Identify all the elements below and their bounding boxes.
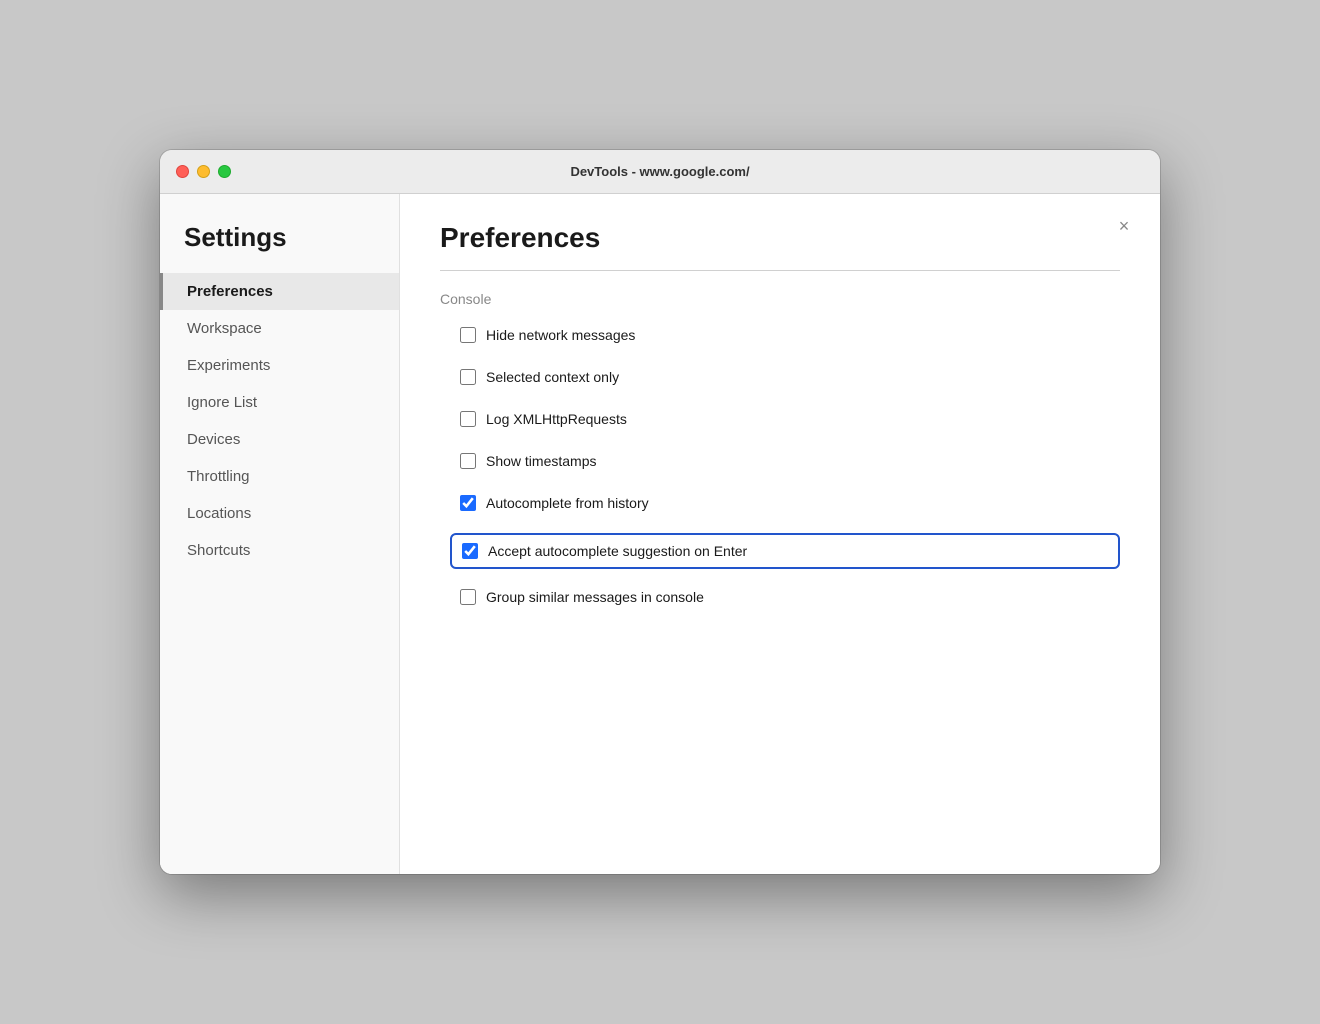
maximize-traffic-light[interactable] (218, 165, 231, 178)
checkbox-autocomplete-history: Autocomplete from history (460, 491, 1120, 515)
selected-context-checkbox[interactable] (460, 369, 476, 385)
panel-title: Preferences (440, 222, 1120, 254)
sidebar-item-ignore-list[interactable]: Ignore List (160, 384, 399, 421)
sidebar-item-locations[interactable]: Locations (160, 495, 399, 532)
window-title: DevTools - www.google.com/ (570, 164, 749, 179)
main-panel: × Preferences Console Hide network messa… (400, 194, 1160, 874)
autocomplete-history-checkbox[interactable] (460, 495, 476, 511)
section-title: Console (440, 291, 1120, 307)
sidebar-item-throttling[interactable]: Throttling (160, 458, 399, 495)
autocomplete-enter-label: Accept autocomplete suggestion on Enter (488, 543, 747, 559)
autocomplete-enter-checkbox[interactable] (462, 543, 478, 559)
checkbox-selected-context: Selected context only (460, 365, 1120, 389)
hide-network-label: Hide network messages (486, 327, 635, 343)
selected-context-label: Selected context only (486, 369, 619, 385)
checkbox-group-similar: Group similar messages in console (460, 585, 1120, 609)
traffic-lights (176, 165, 231, 178)
sidebar-item-workspace[interactable]: Workspace (160, 310, 399, 347)
minimize-traffic-light[interactable] (197, 165, 210, 178)
show-timestamps-checkbox[interactable] (460, 453, 476, 469)
sidebar-item-devices[interactable]: Devices (160, 421, 399, 458)
group-similar-checkbox[interactable] (460, 589, 476, 605)
checkbox-show-timestamps: Show timestamps (460, 449, 1120, 473)
devtools-window: DevTools - www.google.com/ Settings Pref… (160, 150, 1160, 874)
checkbox-autocomplete-enter: Accept autocomplete suggestion on Enter (450, 533, 1120, 569)
autocomplete-history-label: Autocomplete from history (486, 495, 649, 511)
log-xml-checkbox[interactable] (460, 411, 476, 427)
main-content: Settings Preferences Workspace Experimen… (160, 194, 1160, 874)
close-traffic-light[interactable] (176, 165, 189, 178)
show-timestamps-label: Show timestamps (486, 453, 596, 469)
group-similar-label: Group similar messages in console (486, 589, 704, 605)
divider (440, 270, 1120, 271)
sidebar-item-preferences[interactable]: Preferences (160, 273, 399, 310)
checkbox-log-xml: Log XMLHttpRequests (460, 407, 1120, 431)
log-xml-label: Log XMLHttpRequests (486, 411, 627, 427)
checkbox-list: Hide network messages Selected context o… (440, 323, 1120, 609)
sidebar-heading: Settings (160, 222, 399, 273)
hide-network-checkbox[interactable] (460, 327, 476, 343)
sidebar-item-experiments[interactable]: Experiments (160, 347, 399, 384)
checkbox-hide-network: Hide network messages (460, 323, 1120, 347)
sidebar: Settings Preferences Workspace Experimen… (160, 194, 400, 874)
sidebar-item-shortcuts[interactable]: Shortcuts (160, 532, 399, 569)
titlebar: DevTools - www.google.com/ (160, 150, 1160, 194)
close-button[interactable]: × (1112, 214, 1136, 238)
